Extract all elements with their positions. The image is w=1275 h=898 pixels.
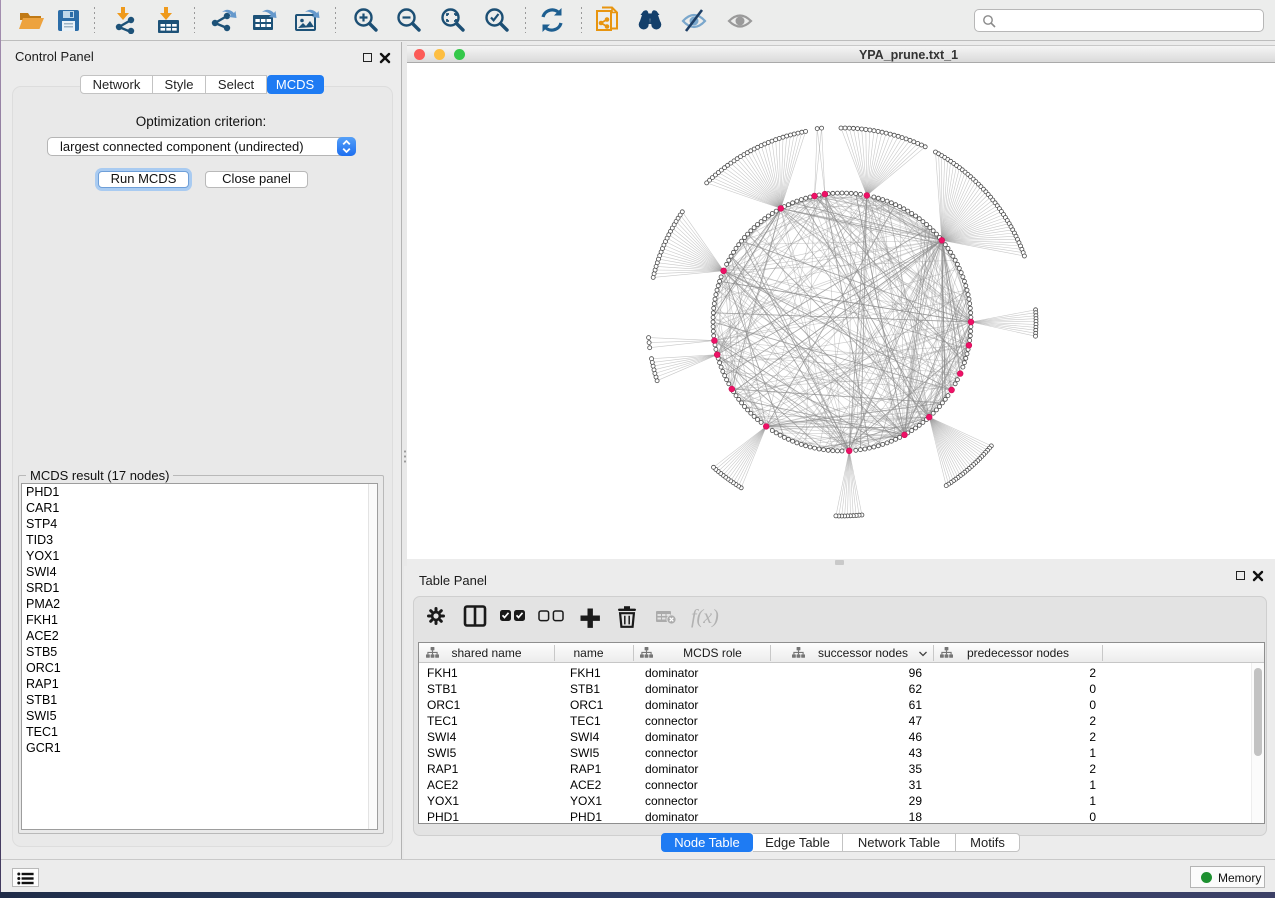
svg-text:f(x): f(x) <box>691 606 719 628</box>
